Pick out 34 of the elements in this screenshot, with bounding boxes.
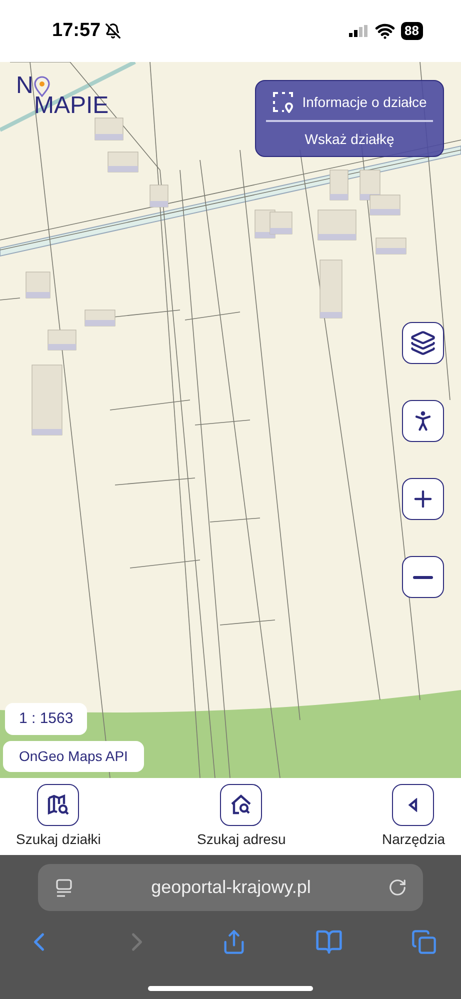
street-view-button[interactable]	[402, 400, 444, 442]
nav-button[interactable]: Szukaj adresu	[197, 784, 286, 850]
layers-button[interactable]	[402, 322, 444, 364]
map-view[interactable]: N MAPIE Informacje o działce Wskaż działkę 1 : 1563 OnGeo Maps API	[0, 62, 461, 778]
signal-icon	[348, 25, 369, 37]
minus-icon	[413, 576, 433, 578]
map-attribution: OnGeo Maps API	[3, 741, 144, 772]
zoom-out-button[interactable]	[402, 556, 444, 598]
wifi-icon	[374, 21, 395, 41]
layers-icon	[410, 330, 436, 356]
reload-icon[interactable]	[388, 878, 407, 897]
parcel-info-button[interactable]: Informacje o działce	[272, 91, 427, 113]
nav-button[interactable]: Szukaj działki	[16, 784, 101, 850]
address-bar[interactable]: geoportal-krajowy.pl	[38, 864, 423, 911]
map-scale: 1 : 1563	[5, 702, 88, 735]
url-text: geoportal-krajowy.pl	[151, 876, 311, 899]
select-parcel-button[interactable]: Wskaż działkę	[304, 129, 394, 150]
zoom-in-button[interactable]	[402, 478, 444, 520]
nav-label: Szukaj działki	[16, 830, 101, 849]
house-search-icon	[229, 792, 254, 816]
bookmarks-icon[interactable]	[314, 928, 343, 956]
bell-slash-icon	[104, 23, 121, 39]
logo-text: N	[16, 74, 34, 98]
logo-text: MAPIE	[34, 94, 109, 118]
nav-label: Szukaj adresu	[197, 830, 286, 849]
location-pin-icon	[33, 75, 52, 97]
nav-label: Narzędzia	[382, 830, 445, 849]
dashed-square-pin-icon	[272, 91, 294, 113]
tabs-icon[interactable]	[411, 929, 437, 955]
battery-level: 88	[400, 22, 423, 40]
nav-button[interactable]: Narzędzia	[382, 784, 445, 850]
map-search-icon	[46, 792, 70, 816]
status-time: 17:57	[52, 18, 101, 43]
page-menu-icon	[54, 878, 74, 898]
